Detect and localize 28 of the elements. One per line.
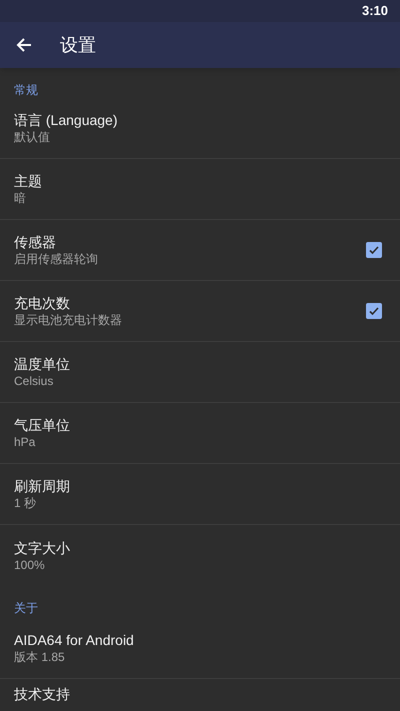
back-arrow-icon <box>16 37 32 53</box>
setting-summary: Celsius <box>14 373 54 389</box>
setting-title: 语言 (Language) <box>14 111 119 129</box>
setting-summary: 暗 <box>14 190 27 206</box>
setting-title: 刷新周期 <box>14 477 71 495</box>
setting-summary: 1 秒 <box>14 495 38 511</box>
status-time: 3:10 <box>362 2 388 20</box>
setting-title: 技术支持 <box>14 685 71 703</box>
setting-title: 主题 <box>14 172 43 190</box>
checkbox[interactable] <box>366 242 382 258</box>
setting-summary: 100% <box>14 556 46 572</box>
section-header: 常规 <box>14 82 38 98</box>
setting-title: 充电次数 <box>14 294 71 312</box>
setting-title: 温度单位 <box>14 355 71 373</box>
checkbox[interactable] <box>366 303 382 319</box>
setting-title: AIDA64 for Android <box>14 631 135 649</box>
toolbar-title: 设置 <box>60 34 96 56</box>
setting-summary: 版本 1.85 <box>14 649 66 665</box>
setting-summary: 启用传感器轮询 <box>14 251 99 267</box>
setting-title: 文字大小 <box>14 538 71 556</box>
check-icon <box>368 244 380 256</box>
setting-title: 传感器 <box>14 233 57 251</box>
setting-title: 气压单位 <box>14 416 71 434</box>
check-icon <box>368 305 380 317</box>
setting-summary: hPa <box>14 434 36 450</box>
setting-summary: 默认值 <box>14 129 51 145</box>
setting-summary: 显示电池充电计数器 <box>14 312 123 328</box>
section-header: 关于 <box>14 600 38 616</box>
